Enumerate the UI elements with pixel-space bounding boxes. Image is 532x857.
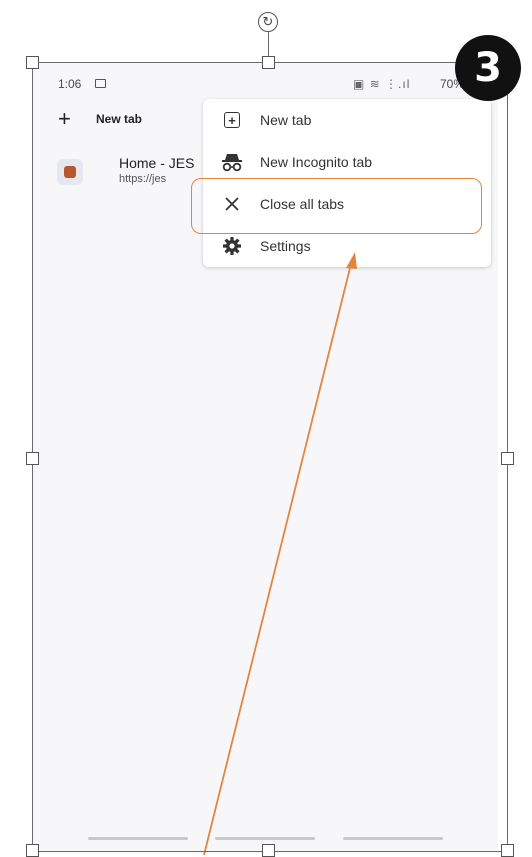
step-number-badge: 3 <box>455 35 521 101</box>
resize-handle-top-left[interactable] <box>26 56 39 69</box>
resize-handle-bottom-right[interactable] <box>501 844 514 857</box>
rotate-connector <box>268 32 270 57</box>
resize-handle-bottom[interactable] <box>262 844 275 857</box>
resize-handle-bottom-left[interactable] <box>26 844 39 857</box>
resize-handle-left[interactable] <box>26 452 39 465</box>
annotated-screenshot: 1:06 ▣ ≋ ⋮.ıl 70% + New tab Home - JES h… <box>0 0 532 857</box>
annotation-arrow <box>203 252 357 856</box>
resize-handle-top[interactable] <box>262 56 275 69</box>
resize-handle-right[interactable] <box>501 452 514 465</box>
rotate-icon[interactable]: ↻ <box>258 12 278 32</box>
